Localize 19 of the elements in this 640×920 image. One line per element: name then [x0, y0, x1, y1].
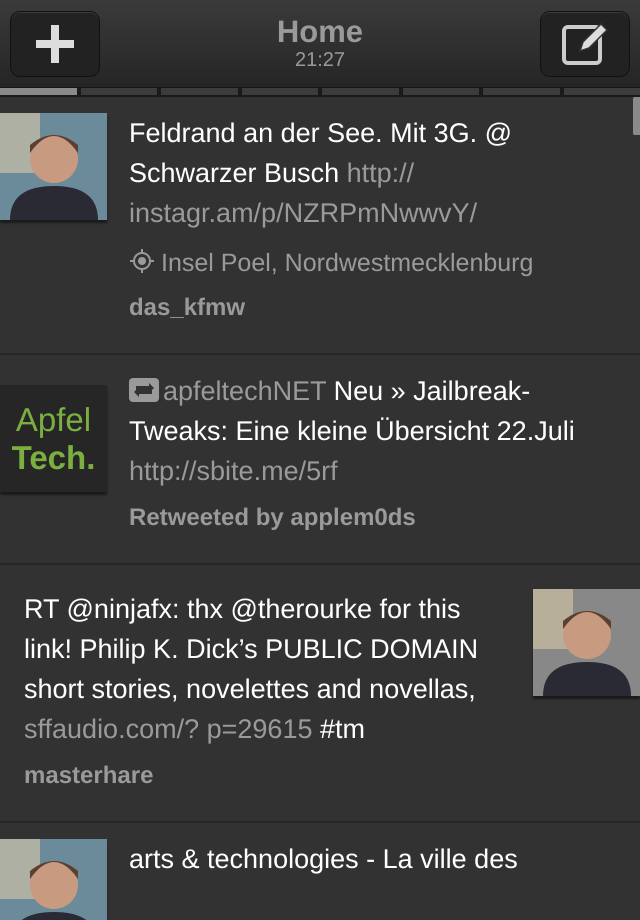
- compose-icon: [562, 22, 608, 64]
- compose-button[interactable]: [540, 10, 630, 76]
- tweet-text: Feldrand an der See. Mit 3G. @ Schwarzer Busch http:// instagr.am/p/NZRPmNwwvY/: [129, 117, 514, 230]
- screen-title: Home: [276, 16, 364, 48]
- tweet-text: RT @ninjafx: thx @therourke for this link! Philip K. Dick’s PUBLIC DOMAIN short stories, novelettes and novellas, sffaudio.com/? p=29615 #tm: [24, 593, 480, 746]
- location-label: Insel Poel, Nordwestmecklenburg: [161, 249, 534, 277]
- retweet-icon: [129, 378, 159, 402]
- username-label: masterhare: [24, 761, 154, 791]
- retweeted-by-label: Retweeted by applem0ds: [129, 503, 417, 533]
- scroll-bar: [633, 97, 640, 135]
- time-label: 21:27: [294, 48, 346, 72]
- logo-text: Apfel: [16, 400, 92, 438]
- logo-text: Tech.: [12, 438, 96, 476]
- plus-icon: [36, 24, 74, 62]
- add-button[interactable]: [10, 10, 100, 76]
- username-label: das_kfmw: [129, 293, 246, 323]
- tweet-text: apfeltechNET Neu » Jailbreak-Tweaks: Eine kleine Übersicht 22.Juli http://sbite.me/5rf: [129, 375, 576, 488]
- location-icon: [129, 248, 155, 274]
- tweet-text: arts & technologies - La ville des: [129, 843, 519, 876]
